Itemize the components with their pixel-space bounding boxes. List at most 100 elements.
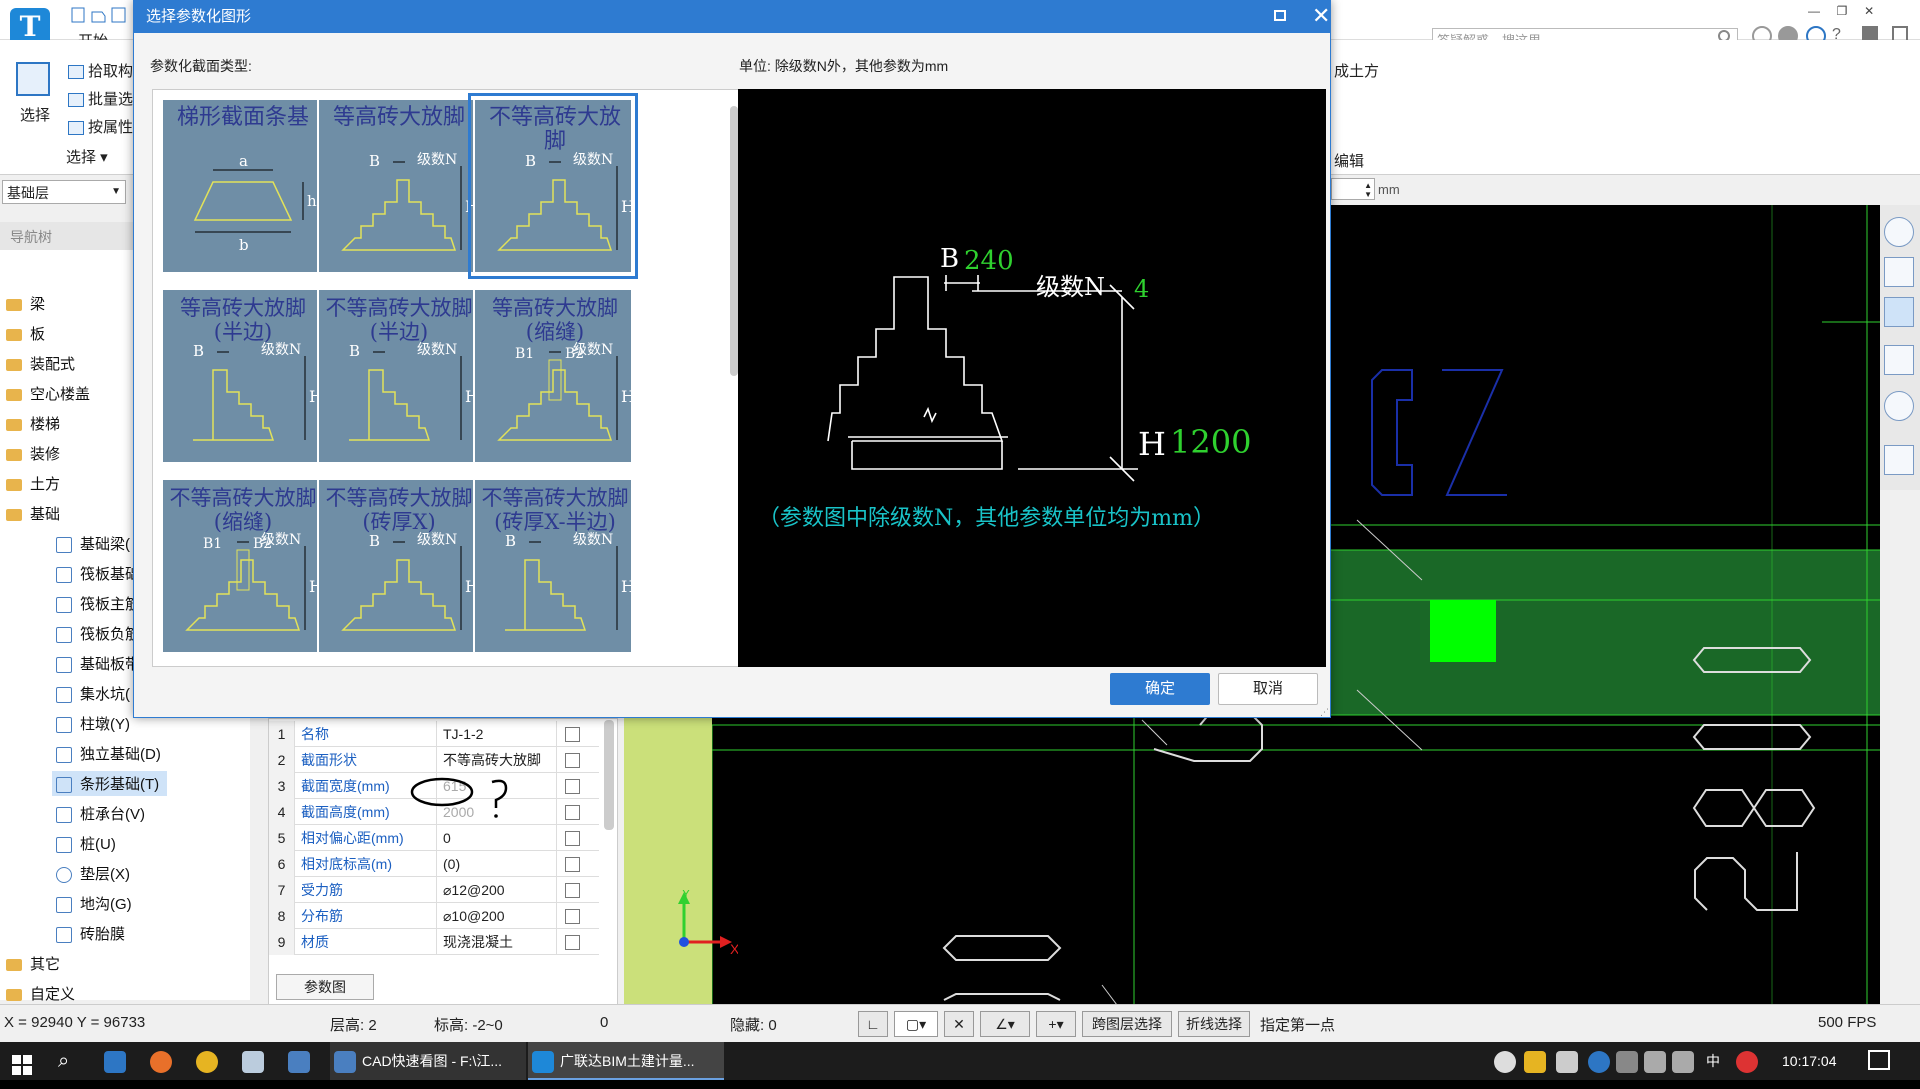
tree-item-slab[interactable]: 板 xyxy=(6,323,45,344)
snap-box-icon[interactable]: ▢▾ xyxy=(894,1011,938,1037)
thumbnail-5[interactable]: 不等高砖大放脚(半边) B 级数N H xyxy=(317,288,479,464)
ie-icon[interactable] xyxy=(104,1051,126,1074)
preview-h-value[interactable]: 1200 xyxy=(1170,423,1251,461)
chrome-icon[interactable] xyxy=(196,1051,218,1074)
3d-view-icon[interactable] xyxy=(1884,257,1914,287)
floor-select[interactable]: 基础层 ▼ xyxy=(2,180,126,204)
tree-sub-pile-cap[interactable]: 桩承台(V) xyxy=(56,803,145,824)
thumbnail-2[interactable]: 等高砖大放脚 B 级数N H xyxy=(317,98,479,274)
ime-indicator[interactable]: 中 xyxy=(1706,1042,1720,1080)
cross-icon[interactable]: ✕ xyxy=(944,1011,974,1037)
property-value[interactable]: 现浇混凝土 xyxy=(439,929,557,955)
volume-icon[interactable] xyxy=(1672,1051,1694,1074)
property-value[interactable]: ⌀10@200 xyxy=(439,903,557,929)
table-row[interactable]: 5 相对偏心距(mm) 0 xyxy=(269,825,599,851)
notification-icon[interactable] xyxy=(1868,1050,1890,1070)
thumbnail-7[interactable]: 不等高砖大放脚(缩缝) B1 B2 级数N H xyxy=(161,478,323,654)
select-cursor-icon[interactable] xyxy=(16,62,50,96)
file-icon[interactable] xyxy=(242,1051,264,1074)
bluetooth-icon[interactable] xyxy=(1588,1051,1610,1074)
window-controls[interactable]: — ❐ ✕ xyxy=(1808,4,1874,18)
property-checkbox[interactable] xyxy=(565,831,580,846)
property-checkbox[interactable] xyxy=(565,727,580,742)
by-attribute-button[interactable]: 按属性 xyxy=(68,116,133,137)
firefox-icon[interactable] xyxy=(150,1051,172,1074)
select-button[interactable]: 选择 xyxy=(20,104,50,125)
earthwork-button[interactable]: 成土方 xyxy=(1334,60,1379,81)
table-row[interactable]: 1 名称 TJ-1-2 xyxy=(269,721,599,747)
thumbnail-4[interactable]: 等高砖大放脚(半边) B 级数N H xyxy=(161,288,323,464)
preview-n-value[interactable]: 4 xyxy=(1134,275,1149,303)
thumbnail-scrollbar[interactable] xyxy=(730,106,738,376)
tree-sub-trench[interactable]: 地沟(G) xyxy=(56,893,132,914)
tree-sub-raft-neg-rebar[interactable]: 筏板负筋 xyxy=(56,623,140,644)
tree-sub-raft-main-rebar[interactable]: 筏板主筋 xyxy=(56,593,140,614)
tree-item-hollow-floor[interactable]: 空心楼盖 xyxy=(6,383,90,404)
tree-sub-brick-mould[interactable]: 砖胎膜 xyxy=(56,923,125,944)
select-group-menu[interactable]: 选择 ▾ xyxy=(66,146,108,167)
tree-sub-raft[interactable]: 筏板基础 xyxy=(56,563,140,584)
table-row[interactable]: 7 受力筋 ⌀12@200 xyxy=(269,877,599,903)
tree-item-custom[interactable]: 自定义 xyxy=(6,983,75,1004)
table-row[interactable]: 6 相对底标高(m) (0) xyxy=(269,851,599,877)
table-row[interactable]: 9 材质 现浇混凝土 xyxy=(269,929,599,955)
table-row[interactable]: 8 分布筋 ⌀10@200 xyxy=(269,903,599,929)
property-scrollbar[interactable] xyxy=(604,720,614,830)
property-value[interactable]: 0 xyxy=(439,825,557,851)
property-checkbox[interactable] xyxy=(565,883,580,898)
property-checkbox[interactable] xyxy=(565,935,580,950)
tree-sub-strip-footing[interactable]: 条形基础(T) xyxy=(52,771,168,796)
tree-sub-pile[interactable]: 桩(U) xyxy=(56,833,116,854)
property-checkbox[interactable] xyxy=(565,753,580,768)
preview-b-value[interactable]: 240 xyxy=(964,246,1014,276)
ok-button[interactable]: 确定 xyxy=(1110,673,1210,705)
thumbnail-9[interactable]: 不等高砖大放脚(砖厚X-半边) B 级数N H xyxy=(473,478,635,654)
tree-item-decoration[interactable]: 装修 xyxy=(6,443,60,464)
param-diagram-button[interactable]: 参数图 xyxy=(276,974,374,1000)
tray-app-icon[interactable] xyxy=(1556,1051,1578,1074)
tree-item-stairs[interactable]: 楼梯 xyxy=(6,413,60,434)
tree-item-foundation[interactable]: 基础 xyxy=(6,503,60,524)
battery-icon[interactable] xyxy=(1644,1051,1666,1074)
property-checkbox[interactable] xyxy=(565,779,580,794)
pick-button[interactable]: 拾取构 xyxy=(68,60,133,81)
dimension-icon[interactable]: +▾ xyxy=(1036,1011,1076,1037)
thumbnail-3[interactable]: 不等高砖大放脚 B 级数N H xyxy=(468,93,638,279)
tree-sub-foundation-beam[interactable]: 基础梁( xyxy=(56,533,130,554)
property-value[interactable]: ⌀12@200 xyxy=(439,877,557,903)
batch-select-button[interactable]: 批量选 xyxy=(68,88,133,109)
mail-icon[interactable] xyxy=(288,1051,310,1074)
property-checkbox[interactable] xyxy=(565,909,580,924)
property-checkbox[interactable] xyxy=(565,805,580,820)
tree-sub-sump[interactable]: 集水坑( xyxy=(56,683,130,704)
tray-shield-icon[interactable] xyxy=(1524,1051,1546,1074)
orbit-icon[interactable] xyxy=(1884,217,1914,247)
property-value[interactable]: TJ-1-2 xyxy=(439,721,557,747)
close-icon[interactable]: ✕ xyxy=(1312,3,1330,29)
thumbnail-8[interactable]: 不等高砖大放脚(砖厚X) B 级数N H xyxy=(317,478,479,654)
maximize-icon[interactable] xyxy=(1274,10,1286,21)
clock[interactable]: 10:17:04 xyxy=(1782,1042,1837,1080)
cancel-button[interactable]: 取消 xyxy=(1218,673,1318,705)
tree-item-earthwork[interactable]: 土方 xyxy=(6,473,60,494)
layer-panel-icon[interactable] xyxy=(1884,445,1914,475)
wifi-icon[interactable] xyxy=(1616,1051,1638,1074)
table-row[interactable]: 2 截面形状 不等高砖大放脚 xyxy=(269,747,599,773)
cross-floor-select-button[interactable]: 跨图层选择 xyxy=(1082,1011,1172,1037)
taskbar-gld[interactable]: 广联达BIM土建计量... xyxy=(528,1042,724,1080)
box-view-icon[interactable] xyxy=(1884,345,1914,375)
thumbnail-1[interactable]: 梯形截面条基 a b h xyxy=(161,98,321,274)
ortho-icon[interactable]: ∟ xyxy=(858,1011,888,1037)
property-checkbox[interactable] xyxy=(565,857,580,872)
resize-grip-icon[interactable]: ⋰ xyxy=(1320,707,1329,718)
tree-sub-pier[interactable]: 柱墩(Y) xyxy=(56,713,130,734)
unit-spinner[interactable]: ▲ ▼ xyxy=(1331,178,1375,200)
rotate-icon[interactable] xyxy=(1884,391,1914,421)
windows-start-icon[interactable] xyxy=(12,1051,32,1075)
tree-sub-isolated[interactable]: 独立基础(D) xyxy=(56,743,161,764)
sogou-icon[interactable] xyxy=(1736,1051,1758,1074)
top-view-icon[interactable] xyxy=(1884,297,1914,327)
tray-cloud-icon[interactable] xyxy=(1494,1051,1516,1074)
quick-access-icons[interactable] xyxy=(70,6,130,24)
search-icon[interactable]: ⌕ xyxy=(58,1042,69,1080)
